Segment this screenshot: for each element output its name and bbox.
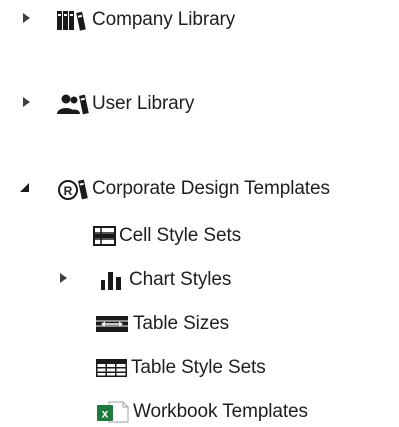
tree-node-table-style-sets[interactable]: Table Style Sets — [95, 354, 266, 382]
tree-node-label: User Library — [92, 93, 195, 114]
tree-node-label: Table Style Sets — [131, 357, 266, 378]
tree-node-corporate-design-templates[interactable]: R Corporate Design Templates — [56, 175, 330, 203]
tree-node-cell-style-sets[interactable]: Cell Style Sets — [93, 222, 241, 250]
cell-style-icon — [93, 225, 117, 247]
library-tree: Company Library User Library R Corporate… — [0, 0, 399, 427]
expand-arrow-chart-styles[interactable] — [57, 271, 69, 285]
table-grid-icon — [95, 357, 129, 379]
tree-node-table-sizes[interactable]: Table Sizes — [95, 310, 229, 338]
excel-workbook-icon: x — [95, 400, 131, 424]
registered-books-icon: R — [56, 177, 90, 201]
expand-arrow-company-library[interactable] — [20, 11, 32, 25]
library-books-icon — [56, 8, 90, 32]
tree-node-label: Table Sizes — [133, 313, 230, 334]
tree-node-label: Chart Styles — [129, 269, 232, 290]
tree-node-workbook-templates[interactable]: x Workbook Templates — [95, 398, 308, 426]
tree-node-company-library[interactable]: Company Library — [56, 6, 235, 34]
tree-node-label: Corporate Design Templates — [92, 178, 330, 199]
bar-chart-icon — [93, 268, 127, 292]
tree-node-label: Company Library — [92, 9, 236, 30]
tree-node-chart-styles[interactable]: Chart Styles — [93, 266, 231, 294]
svg-text:x: x — [102, 407, 109, 421]
table-size-icon — [95, 313, 131, 335]
expand-arrow-user-library[interactable] — [20, 95, 32, 109]
tree-node-user-library[interactable]: User Library — [56, 90, 194, 118]
user-library-icon — [56, 92, 90, 116]
collapse-arrow-corporate-design-templates[interactable] — [19, 180, 31, 194]
svg-text:R: R — [64, 184, 73, 198]
tree-node-label: Workbook Templates — [133, 401, 308, 422]
tree-node-label: Cell Style Sets — [119, 225, 242, 246]
